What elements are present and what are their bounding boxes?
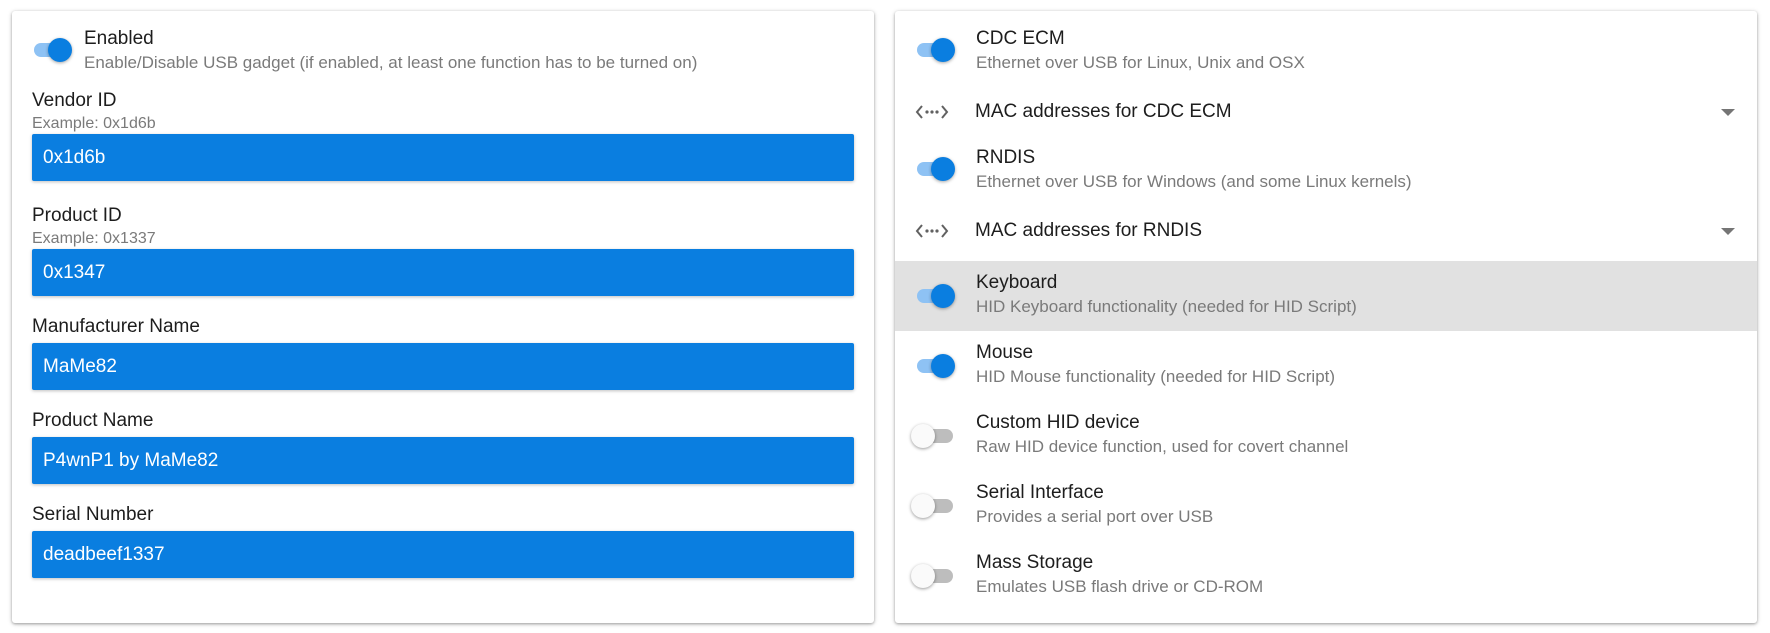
toggle-thumb (911, 494, 935, 518)
usb-gadget-settings-card: Enabled Enable/Disable USB gadget (if en… (12, 11, 874, 623)
product-id-hint: Example: 0x1337 (32, 230, 156, 247)
keyboard-title: Keyboard (976, 272, 1058, 293)
mouse-subtitle: HID Mouse functionality (needed for HID … (976, 367, 1336, 386)
keyboard-row[interactable]: Keyboard HID Keyboard functionality (nee… (895, 261, 1757, 331)
product-id-field[interactable] (32, 249, 854, 296)
custom-hid-title: Custom HID device (976, 412, 1140, 433)
toggle-thumb (931, 38, 955, 62)
product-name-label: Product Name (32, 410, 154, 431)
mass-storage-subtitle: Emulates USB flash drive or CD-ROM (976, 577, 1264, 596)
keyboard-subtitle: HID Keyboard functionality (needed for H… (976, 297, 1357, 316)
vendor-id-label: Vendor ID (32, 90, 117, 111)
mouse-title: Mouse (976, 342, 1034, 363)
mass-storage-row[interactable]: Mass Storage Emulates USB flash drive or… (895, 541, 1757, 611)
serial-number-label: Serial Number (32, 504, 154, 525)
code-arrows-icon (915, 105, 949, 119)
rndis-title: RNDIS (976, 147, 1036, 168)
serial-number-field[interactable] (32, 531, 854, 578)
custom-hid-subtitle: Raw HID device function, used for covert… (976, 437, 1349, 456)
stage: Enabled Enable/Disable USB gadget (if en… (0, 0, 1770, 633)
vendor-id-input[interactable] (32, 134, 854, 181)
vendor-id-field[interactable] (32, 134, 854, 181)
enabled-toggle[interactable] (28, 32, 78, 68)
rndis-toggle[interactable] (911, 151, 961, 187)
cdc-ecm-subtitle: Ethernet over USB for Linux, Unix and OS… (976, 53, 1305, 72)
rndis-mac-label: MAC addresses for RNDIS (975, 220, 1203, 241)
usb-functions-card: CDC ECM Ethernet over USB for Linux, Uni… (895, 11, 1757, 623)
manufacturer-name-input[interactable] (32, 343, 854, 390)
product-id-input[interactable] (32, 249, 854, 296)
mass-storage-toggle[interactable] (911, 558, 961, 594)
mouse-row[interactable]: Mouse HID Mouse functionality (needed fo… (895, 331, 1757, 401)
toggle-thumb (931, 284, 955, 308)
product-id-label: Product ID (32, 205, 122, 226)
toggle-thumb (48, 38, 72, 62)
mass-storage-title: Mass Storage (976, 552, 1094, 573)
chevron-down-icon[interactable] (1721, 109, 1735, 116)
mouse-toggle[interactable] (911, 348, 961, 384)
product-name-field[interactable] (32, 437, 854, 484)
rndis-mac-expander[interactable]: MAC addresses for RNDIS (895, 207, 1757, 257)
custom-hid-toggle[interactable] (911, 418, 961, 454)
serial-number-input[interactable] (32, 531, 854, 578)
cdc-ecm-row[interactable]: CDC ECM Ethernet over USB for Linux, Uni… (895, 17, 1757, 87)
serial-subtitle: Provides a serial port over USB (976, 507, 1214, 526)
enabled-title: Enabled (84, 28, 154, 49)
toggle-thumb (931, 157, 955, 181)
chevron-down-icon[interactable] (1721, 228, 1735, 235)
custom-hid-row[interactable]: Custom HID device Raw HID device functio… (895, 401, 1757, 471)
keyboard-toggle[interactable] (911, 278, 961, 314)
cdc-ecm-toggle[interactable] (911, 32, 961, 68)
cdc-ecm-mac-expander[interactable]: MAC addresses for CDC ECM (895, 88, 1757, 138)
manufacturer-name-field[interactable] (32, 343, 854, 390)
product-name-input[interactable] (32, 437, 854, 484)
cdc-ecm-title: CDC ECM (976, 28, 1065, 49)
serial-toggle[interactable] (911, 488, 961, 524)
toggle-thumb (931, 354, 955, 378)
rndis-subtitle: Ethernet over USB for Windows (and some … (976, 172, 1412, 191)
serial-row[interactable]: Serial Interface Provides a serial port … (895, 471, 1757, 541)
enabled-subtitle: Enable/Disable USB gadget (if enabled, a… (84, 53, 698, 72)
vendor-id-hint: Example: 0x1d6b (32, 115, 156, 132)
serial-title: Serial Interface (976, 482, 1104, 503)
rndis-row[interactable]: RNDIS Ethernet over USB for Windows (and… (895, 136, 1757, 206)
toggle-thumb (911, 424, 935, 448)
toggle-thumb (911, 564, 935, 588)
cdc-ecm-mac-label: MAC addresses for CDC ECM (975, 101, 1232, 122)
manufacturer-name-label: Manufacturer Name (32, 316, 200, 337)
code-arrows-icon (915, 224, 949, 238)
